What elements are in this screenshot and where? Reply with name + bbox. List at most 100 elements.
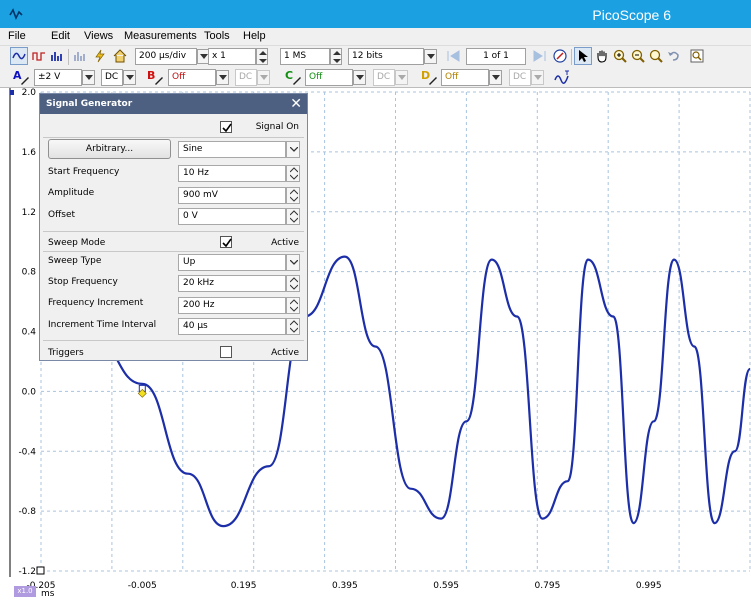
- stop-frequency-label: Stop Frequency: [48, 277, 118, 287]
- scope-mode-icon[interactable]: [10, 47, 28, 65]
- waveform-select[interactable]: Sine: [178, 141, 286, 158]
- zoom-origin-icon: [36, 566, 45, 575]
- channel-c-coupling-field[interactable]: DC: [373, 69, 395, 86]
- pointer-tool-icon[interactable]: [574, 47, 592, 65]
- channel-b-icon[interactable]: B: [144, 68, 166, 86]
- trigger-marker-icon: [10, 90, 14, 95]
- stop-frequency-spinner-icon[interactable]: [286, 275, 300, 292]
- signal-on-checkbox[interactable]: [220, 121, 232, 133]
- section-divider: [43, 340, 304, 341]
- spectrum-mode-icon[interactable]: [48, 47, 66, 65]
- frequency-increment-field[interactable]: 200 Hz: [178, 297, 286, 314]
- zoom-overview-icon[interactable]: [688, 47, 706, 65]
- x-tick-label: 0.795: [535, 581, 561, 591]
- home-icon[interactable]: [111, 47, 129, 65]
- channel-c-range-field[interactable]: Off: [305, 69, 353, 86]
- zoom-out-icon[interactable]: [629, 47, 647, 65]
- zoom-spinner-icon[interactable]: [256, 48, 268, 65]
- x-axis-unit: ms: [41, 589, 55, 599]
- sweep-active-label: Active: [271, 238, 299, 248]
- channel-b-range-field[interactable]: Off: [168, 69, 216, 86]
- channel-d-coupling-field[interactable]: DC: [509, 69, 531, 86]
- window-title: PicoScope 6: [592, 7, 671, 23]
- start-frequency-field[interactable]: 10 Hz: [178, 165, 286, 182]
- channel-a-icon[interactable]: A: [10, 68, 32, 86]
- next-buffer-icon[interactable]: [530, 47, 548, 65]
- channel-b-coupling-dropdown-icon[interactable]: [257, 70, 270, 85]
- zoom-fit-icon[interactable]: [647, 47, 665, 65]
- menu-bar: File Edit Views Measurements Tools Help: [0, 28, 751, 45]
- offset-spinner-icon[interactable]: [286, 208, 300, 225]
- channel-d-coupling-dropdown-icon[interactable]: [531, 70, 544, 85]
- previous-buffer-icon[interactable]: [445, 47, 463, 65]
- close-icon[interactable]: ✕: [290, 96, 302, 112]
- y-tick-label: 1.2: [22, 208, 36, 218]
- compass-icon[interactable]: [551, 47, 569, 65]
- menu-tools[interactable]: Tools: [204, 30, 230, 42]
- buffer-field[interactable]: 1 of 1: [466, 48, 526, 65]
- samples-spinner-icon[interactable]: [330, 48, 342, 65]
- channel-a-range-field[interactable]: ±2 V: [34, 69, 82, 86]
- channel-a-coupling-field[interactable]: DC: [101, 69, 123, 86]
- section-divider: [43, 137, 304, 138]
- samples-field[interactable]: 1 MS: [280, 48, 330, 65]
- section-divider: [43, 251, 304, 252]
- triggers-label: Triggers: [48, 348, 84, 358]
- resolution-dropdown-icon[interactable]: [424, 49, 437, 64]
- capture-toolbar: 200 µs/div x 1 1 MS 12 bits 1 of 1: [0, 45, 751, 67]
- triggers-active-label: Active: [271, 348, 299, 358]
- menu-measurements[interactable]: Measurements: [124, 30, 197, 42]
- offset-label: Offset: [48, 210, 76, 220]
- frequency-increment-label: Frequency Increment: [48, 298, 144, 308]
- channel-c-range-dropdown-icon[interactable]: [353, 70, 366, 85]
- waveform-dropdown-icon[interactable]: [286, 141, 300, 158]
- channel-c-icon[interactable]: C: [282, 68, 304, 86]
- sweep-type-select[interactable]: Up: [178, 254, 286, 271]
- hand-tool-icon[interactable]: [593, 47, 611, 65]
- channel-c-coupling-dropdown-icon[interactable]: [395, 70, 408, 85]
- spectrum-options-icon[interactable]: [71, 47, 89, 65]
- sweep-mode-checkbox[interactable]: [220, 236, 232, 248]
- section-divider: [43, 231, 304, 232]
- menu-help[interactable]: Help: [243, 30, 266, 42]
- lightning-icon[interactable]: [91, 47, 109, 65]
- signal-generator-title: Signal Generator: [40, 94, 307, 114]
- sweep-type-dropdown-icon[interactable]: [286, 254, 300, 271]
- x-tick-label: 0.395: [332, 581, 358, 591]
- increment-interval-spinner-icon[interactable]: [286, 318, 300, 335]
- channel-d-range-dropdown-icon[interactable]: [489, 70, 502, 85]
- arbitrary-button[interactable]: Arbitrary...: [48, 139, 171, 159]
- channel-b-coupling-field[interactable]: DC: [235, 69, 257, 86]
- y-tick-label: 0.4: [22, 328, 37, 338]
- x-tick-label: -0.005: [128, 581, 157, 591]
- signal-on-label: Signal On: [255, 122, 299, 132]
- menu-edit[interactable]: Edit: [51, 30, 70, 42]
- math-channels-icon[interactable]: [553, 68, 571, 86]
- sweep-mode-label: Sweep Mode: [48, 238, 106, 248]
- offset-field[interactable]: 0 V: [178, 208, 286, 225]
- increment-interval-field[interactable]: 40 µs: [178, 318, 286, 335]
- menu-views[interactable]: Views: [84, 30, 113, 42]
- triggers-checkbox[interactable]: [220, 346, 232, 358]
- zoom-in-icon[interactable]: [611, 47, 629, 65]
- timebase-field[interactable]: 200 µs/div: [135, 48, 197, 65]
- resolution-field[interactable]: 12 bits: [348, 48, 424, 65]
- x-tick-label: 0.995: [636, 581, 662, 591]
- start-frequency-spinner-icon[interactable]: [286, 165, 300, 182]
- channel-d-range-field[interactable]: Off: [441, 69, 489, 86]
- frequency-increment-spinner-icon[interactable]: [286, 297, 300, 314]
- persistence-mode-icon[interactable]: [30, 47, 48, 65]
- y-tick-label: 0.8: [22, 268, 37, 278]
- channel-a-coupling-dropdown-icon[interactable]: [123, 70, 136, 85]
- stop-frequency-field[interactable]: 20 kHz: [178, 275, 286, 292]
- amplitude-spinner-icon[interactable]: [286, 187, 300, 204]
- y-tick-label: 2.0: [22, 88, 37, 98]
- channel-a-range-dropdown-icon[interactable]: [82, 70, 95, 85]
- channel-d-icon[interactable]: D: [418, 68, 440, 86]
- menu-file[interactable]: File: [8, 30, 26, 42]
- zoom-field[interactable]: x 1: [208, 48, 256, 65]
- amplitude-field[interactable]: 900 mV: [178, 187, 286, 204]
- undo-zoom-icon[interactable]: [665, 47, 683, 65]
- x-zoom-badge[interactable]: x1.0: [14, 586, 36, 597]
- channel-b-range-dropdown-icon[interactable]: [216, 70, 229, 85]
